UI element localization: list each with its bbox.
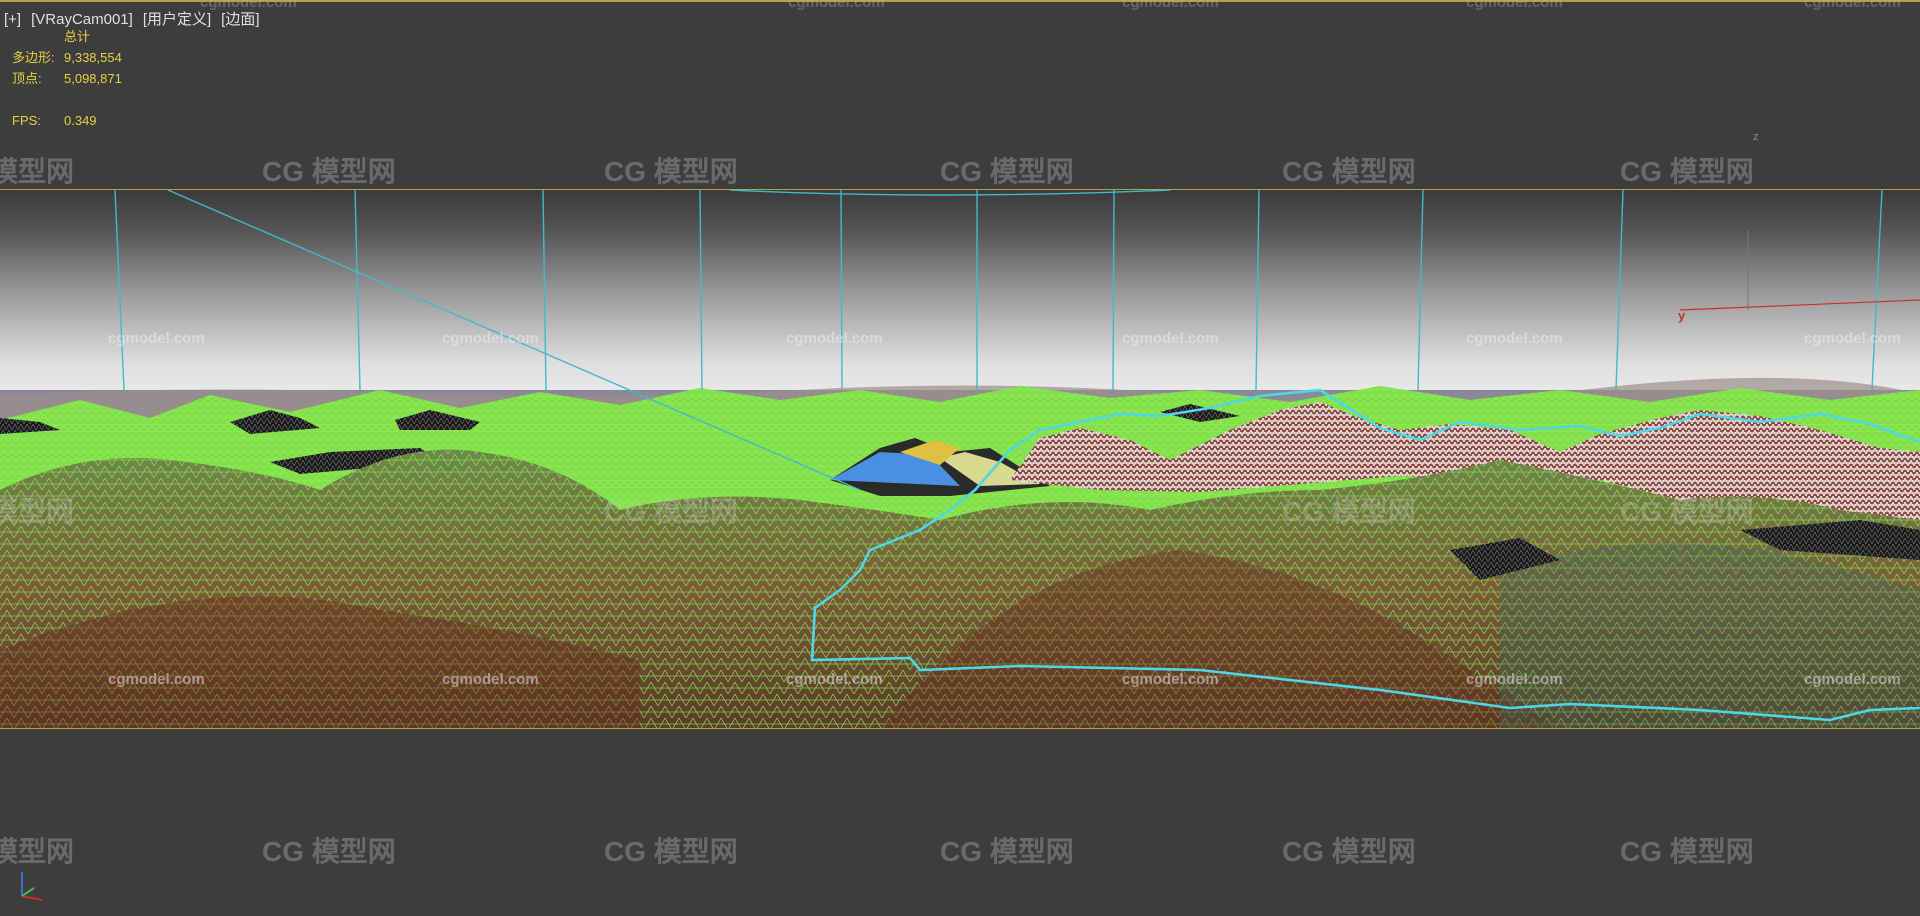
viewport-display-menu[interactable]: [边面] (221, 11, 259, 28)
watermark-logo: CG 模型网 (1620, 156, 1754, 187)
stats-verts-value: 5,098,871 (64, 71, 122, 86)
watermark-text: cgmodel.com (1122, 0, 1219, 11)
watermark-text: cgmodel.com (1122, 330, 1219, 347)
watermark-text: cgmodel.com (1804, 671, 1901, 688)
watermark-logo: 模型网 (0, 496, 75, 527)
watermark-logo: 模型网 (0, 836, 75, 867)
watermark-logo: CG 模型网 (940, 836, 1074, 867)
terrain-scene (0, 190, 1920, 728)
watermark-logo: CG 模型网 (940, 156, 1074, 187)
stats-verts-row: 顶点: 5,098,871 (12, 68, 122, 89)
stats-verts-label: 顶点: (12, 71, 42, 86)
watermark-logo: CG 模型网 (262, 156, 396, 187)
watermark-text: cgmodel.com (786, 330, 883, 347)
watermark-text: cgmodel.com (786, 671, 883, 688)
watermark-logo: CG 模型网 (1620, 496, 1754, 527)
watermark-text: cgmodel.com (442, 330, 539, 347)
axis-gizmo-icon (21, 872, 43, 901)
watermark-logo: CG 模型网 (1282, 156, 1416, 187)
watermark-logo: CG 模型网 (262, 836, 396, 867)
viewport-shading-menu[interactable]: [用户定义] (143, 11, 211, 28)
watermark-text: cgmodel.com (442, 671, 539, 688)
watermark-text: cgmodel.com (108, 330, 205, 347)
watermark-logo: CG 模型网 (604, 156, 738, 187)
watermark-text: cgmodel.com (1122, 671, 1219, 688)
watermark-text: cgmodel.com (1466, 671, 1563, 688)
watermark-logo: CG 模型网 (604, 496, 738, 527)
watermark-logo: CG 模型网 (1282, 496, 1416, 527)
stats-polys-row: 多边形: 9,338,554 (12, 47, 122, 68)
safe-frame-render-region: cgmodel.com cgmodel.com cgmodel.com cgmo… (0, 189, 1920, 729)
axis-y-label: y (1678, 308, 1686, 323)
axis-z-label: z (1753, 131, 1759, 143)
watermark-text: cgmodel.com (108, 671, 205, 688)
watermark-row: 模型网 CG 模型网 CG 模型网 CG 模型网 CG 模型网 CG 模型网 (0, 830, 1920, 870)
watermark-text: cgmodel.com (1466, 0, 1563, 11)
stats-polys-label: 多边形: (12, 50, 55, 65)
watermark-logo: CG 模型网 (604, 836, 738, 867)
3d-viewport[interactable]: cgmodel.com cgmodel.com cgmodel.com cgmo… (0, 0, 1920, 916)
watermark-logo: CG 模型网 (1620, 836, 1754, 867)
statistics-overlay: 总计 多边形: 9,338,554 顶点: 5,098,871 FPS: 0.3… (12, 26, 122, 131)
stats-fps-value: 0.349 (64, 113, 97, 128)
watermark-row: 模型网 CG 模型网 CG 模型网 CG 模型网 CG 模型网 CG 模型网 (0, 150, 1920, 190)
watermark-text: cgmodel.com (1804, 0, 1901, 11)
watermark-text: cgmodel.com (1466, 330, 1563, 347)
stats-polys-value: 9,338,554 (64, 50, 122, 65)
watermark-logo: 模型网 (0, 156, 75, 187)
watermark-logo: CG 模型网 (1282, 836, 1416, 867)
watermark-text: cgmodel.com (1804, 330, 1901, 347)
stats-fps-label: FPS: (12, 113, 41, 128)
stats-fps-row: FPS: 0.349 (12, 110, 122, 131)
stats-total-label: 总计 (64, 29, 91, 44)
watermark-text: cgmodel.com (788, 0, 885, 11)
